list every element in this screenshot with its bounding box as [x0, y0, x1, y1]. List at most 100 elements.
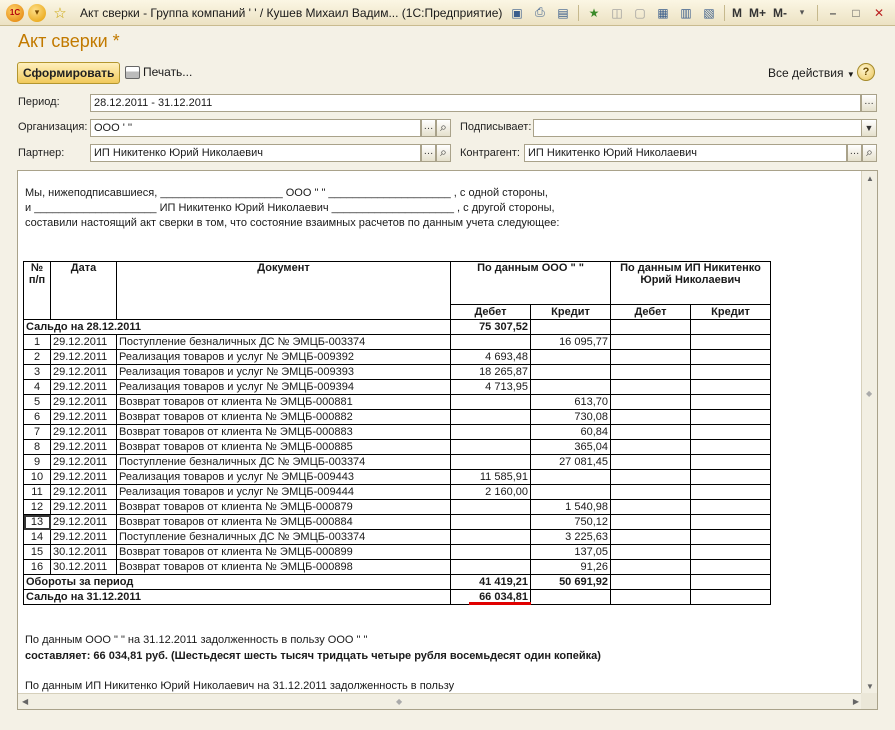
add-favorite-icon[interactable]: ★: [584, 3, 604, 22]
row-number: 1: [23, 334, 51, 350]
row-date: 29.12.2011: [50, 349, 117, 365]
window-titlebar: 1С ▾ ☆ Акт сверки - Группа компаний ' ' …: [0, 0, 895, 26]
header-document: Документ: [116, 261, 451, 320]
contractor-label: Контрагент:: [460, 147, 520, 159]
maximize-icon[interactable]: □: [846, 3, 866, 22]
row-document: Возврат товаров от клиента № ЭМЦБ-000882: [116, 409, 451, 425]
doc-icon[interactable]: ▢: [630, 3, 650, 22]
row-credit: 1 540,98: [530, 499, 611, 515]
row-date: 29.12.2011: [50, 409, 117, 425]
table-row: 9 29.12.2011 Поступление безналичных ДС № …: [23, 454, 771, 470]
row-credit: 137,05: [530, 544, 611, 560]
memory-m-button[interactable]: M: [730, 3, 744, 22]
row-document: Возврат товаров от клиента № ЭМЦБ-000883: [116, 424, 451, 440]
main-menu-icon[interactable]: ▾: [28, 3, 46, 22]
empty-cell: [690, 484, 771, 500]
empty-cell: [610, 469, 691, 485]
chevron-down-icon: ▼: [846, 70, 855, 79]
empty-cell: [690, 589, 771, 605]
memory-plus-button[interactable]: M+: [747, 3, 768, 22]
empty-cell: [610, 529, 691, 545]
scroll-thumb-icon[interactable]: ◆: [866, 389, 872, 398]
period-field[interactable]: 28.12.2011 - 31.12.2011: [90, 94, 861, 112]
table-row: 1 29.12.2011 Поступление безналичных ДС № …: [23, 334, 771, 350]
contractor-select-button[interactable]: …: [847, 144, 862, 162]
row-document: Возврат товаров от клиента № ЭМЦБ-000879: [116, 499, 451, 515]
signer-field[interactable]: [533, 119, 862, 137]
row-document: Возврат товаров от клиента № ЭМЦБ-000881: [116, 394, 451, 410]
turnover-debit: 41 419,21: [450, 574, 531, 590]
all-actions-menu[interactable]: Все действия ▼: [768, 66, 855, 80]
scroll-left-icon[interactable]: ◀: [22, 697, 28, 706]
period-select-button[interactable]: …: [861, 94, 877, 112]
empty-cell: [610, 364, 691, 380]
table-row: 5 29.12.2011 Возврат товаров от клиента № …: [23, 394, 771, 410]
row-date: 29.12.2011: [50, 424, 117, 440]
scroll-thumb-icon[interactable]: ◆: [396, 697, 402, 706]
close-icon[interactable]: ✕: [869, 3, 889, 22]
search-icon[interactable]: ⌕: [436, 119, 451, 137]
partner-select-button[interactable]: …: [421, 144, 436, 162]
organization-field[interactable]: ООО ' '': [90, 119, 421, 137]
row-date: 29.12.2011: [50, 379, 117, 395]
row-debit: [450, 499, 531, 515]
turnover-credit: 50 691,92: [530, 574, 611, 590]
empty-cell: [530, 589, 611, 605]
empty-cell: [690, 379, 771, 395]
empty-cell: [610, 544, 691, 560]
row-number: 11: [23, 484, 51, 500]
empty-cell: [610, 319, 691, 335]
row-date: 29.12.2011: [50, 484, 117, 500]
footer-line-1: По данным ООО " " на 31.12.2011 задолжен…: [25, 634, 368, 646]
help-icon[interactable]: ?: [857, 63, 875, 81]
organization-select-button[interactable]: …: [421, 119, 436, 137]
partner-field[interactable]: ИП Никитенко Юрий Николаевич: [90, 144, 421, 162]
save-icon[interactable]: ▣: [507, 3, 527, 22]
calendar-icon[interactable]: ▥: [676, 3, 696, 22]
row-credit: 730,08: [530, 409, 611, 425]
table-row: 12 29.12.2011 Возврат товаров от клиента №…: [23, 499, 771, 515]
scroll-up-icon[interactable]: ▲: [866, 174, 874, 183]
vertical-scrollbar[interactable]: ▲ ◆ ▼: [861, 171, 877, 694]
memory-minus-button[interactable]: M-: [771, 3, 789, 22]
contractor-field[interactable]: ИП Никитенко Юрий Николаевич: [524, 144, 847, 162]
print-button[interactable]: Печать...: [125, 65, 192, 79]
calculator-icon[interactable]: ▦: [653, 3, 673, 22]
scroll-right-icon[interactable]: ▶: [853, 697, 859, 706]
row-debit: 11 585,91: [450, 469, 531, 485]
print-icon[interactable]: ⎙: [530, 3, 550, 22]
preview-icon[interactable]: ▤: [553, 3, 573, 22]
empty-cell: [610, 514, 691, 530]
header-by-data-company: По данным ООО " ": [450, 261, 611, 305]
table-row: 6 29.12.2011 Возврат товаров от клиента № …: [23, 409, 771, 425]
report-document[interactable]: Мы, нижеподписавшиеся, _________________…: [17, 170, 878, 710]
empty-cell: [690, 544, 771, 560]
empty-cell: [610, 424, 691, 440]
row-debit: [450, 544, 531, 560]
turnover-label: Обороты за период: [23, 574, 451, 590]
row-debit: 4 693,48: [450, 349, 531, 365]
empty-cell: [690, 454, 771, 470]
intro-line-2: и ____________________ ИП Никитенко Юрий…: [25, 202, 555, 214]
footer-line-2: составляет: 66 034,81 руб. (Шестьдесят ш…: [25, 650, 601, 662]
row-document: Реализация товаров и услуг № ЭМЦБ-009393: [116, 364, 451, 380]
scroll-down-icon[interactable]: ▼: [866, 682, 874, 691]
generate-button[interactable]: Сформировать: [17, 62, 121, 84]
row-number: 4: [23, 379, 51, 395]
row-date: 30.12.2011: [50, 544, 117, 560]
row-debit: 4 713,95: [450, 379, 531, 395]
row-number: 12: [23, 499, 51, 515]
horizontal-scrollbar[interactable]: ◀ ◆ ▶: [18, 693, 863, 709]
all-actions-label: Все действия: [768, 66, 844, 80]
minimize-icon[interactable]: –: [823, 3, 843, 22]
history-icon[interactable]: ◫: [607, 3, 627, 22]
dropdown-icon[interactable]: ▾: [792, 3, 812, 22]
row-document: Возврат товаров от клиента № ЭМЦБ-000884: [116, 514, 451, 530]
signer-dropdown-icon[interactable]: ▼: [861, 119, 877, 137]
clipboard-icon[interactable]: ▧: [699, 3, 719, 22]
app-logo-icon[interactable]: 1С: [6, 3, 24, 22]
search-icon[interactable]: ⌕: [436, 144, 451, 162]
search-icon[interactable]: ⌕: [862, 144, 877, 162]
favorites-star-icon[interactable]: ☆: [50, 4, 70, 22]
reconciliation-table: № п/п Дата Документ По данным ООО " " По…: [23, 261, 771, 605]
